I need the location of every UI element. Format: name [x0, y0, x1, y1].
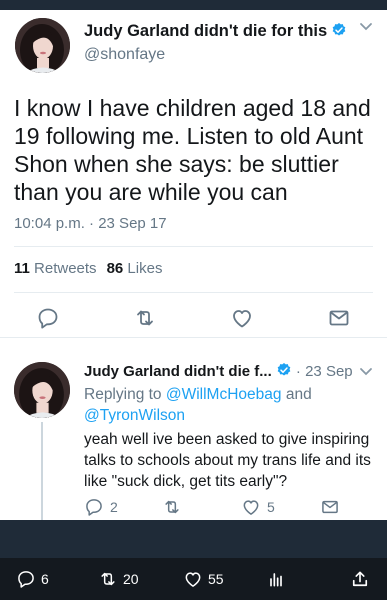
background-band: [0, 520, 387, 558]
bottom-reply-button[interactable]: 6: [16, 568, 49, 590]
reply-tweet[interactable]: Judy Garland didn't die f... · 23 Sep Re…: [0, 338, 387, 520]
reply-button[interactable]: 2: [84, 496, 118, 518]
reply-count: 2: [110, 499, 118, 515]
reply-header: Judy Garland didn't die f... · 23 Sep: [84, 362, 353, 380]
tweet-stats: 11 Retweets 86 Likes: [14, 260, 162, 277]
verified-badge-icon: [277, 363, 291, 376]
envelope-icon: [322, 500, 338, 514]
heart-icon: [243, 500, 259, 515]
reply-icon: [18, 571, 34, 588]
replying-to: Replying to @WillMcHoebag and @TyronWils…: [84, 384, 374, 426]
tweet-actions: [0, 306, 387, 330]
likes-count: 86: [106, 260, 124, 277]
author-name[interactable]: Judy Garland didn't die for this: [84, 22, 347, 41]
retweets-count: 11: [14, 260, 30, 277]
reply-icon: [86, 499, 102, 516]
bottom-reply-count: 6: [41, 571, 49, 587]
analytics-icon[interactable]: [266, 568, 291, 590]
share-icon[interactable]: [350, 568, 375, 590]
chevron-down-icon[interactable]: [359, 20, 373, 35]
retweet-button[interactable]: [162, 496, 188, 518]
message-button[interactable]: [320, 496, 346, 518]
reply-date-separator: ·: [295, 363, 306, 380]
likes-label: Likes: [127, 260, 163, 277]
bottom-action-bar: 6 20 55: [0, 558, 387, 600]
mention-link[interactable]: @TyronWilson: [84, 407, 185, 424]
author-name[interactable]: Judy Garland didn't die f...: [84, 363, 272, 380]
author-name-text: Judy Garland didn't die for this: [84, 22, 328, 40]
bottom-like-button[interactable]: 55: [183, 568, 224, 590]
likes-stat[interactable]: 86 Likes: [107, 260, 163, 277]
retweets-stat[interactable]: 11 Retweets: [14, 260, 97, 277]
main-tweet: Judy Garland didn't die for this @shonfa…: [0, 10, 387, 338]
retweet-icon: [101, 572, 115, 586]
verified-badge-icon: [332, 23, 346, 36]
replying-and: and: [285, 386, 312, 403]
chevron-down-icon[interactable]: [359, 365, 373, 380]
reply-icon[interactable]: [36, 306, 60, 330]
author-handle[interactable]: @shonfaye: [84, 46, 165, 64]
avatar[interactable]: [15, 18, 70, 73]
bottom-like-count: 55: [208, 571, 224, 587]
replying-to-label: Replying to: [84, 386, 162, 403]
bottom-retweet-count: 20: [123, 571, 139, 587]
top-status-strip: [0, 0, 387, 10]
heart-icon[interactable]: [230, 306, 254, 330]
mention-link[interactable]: @WillMcHoebag: [166, 386, 282, 403]
retweets-label: Retweets: [34, 260, 97, 277]
like-button[interactable]: 5: [241, 496, 275, 518]
divider: [14, 292, 373, 293]
avatar[interactable]: [14, 362, 70, 418]
like-count: 5: [267, 499, 275, 515]
tweet-timestamp[interactable]: 10:04 p.m. · 23 Sep 17: [14, 215, 167, 232]
bottom-retweet-button[interactable]: 20: [98, 568, 139, 590]
tweet-text: I know I have children aged 18 and 19 fo…: [14, 95, 371, 205]
tweet-text: yeah well ive been asked to give inspiri…: [84, 431, 371, 490]
retweet-icon: [165, 500, 179, 514]
divider: [14, 246, 373, 247]
envelope-icon[interactable]: [327, 306, 351, 330]
reply-actions: 2 5: [0, 496, 387, 518]
heart-icon: [185, 572, 201, 587]
reply-date[interactable]: 23 Sep: [305, 363, 353, 380]
retweet-icon[interactable]: [133, 306, 157, 330]
tweet-detail-card: Judy Garland didn't die for this @shonfa…: [0, 10, 387, 520]
